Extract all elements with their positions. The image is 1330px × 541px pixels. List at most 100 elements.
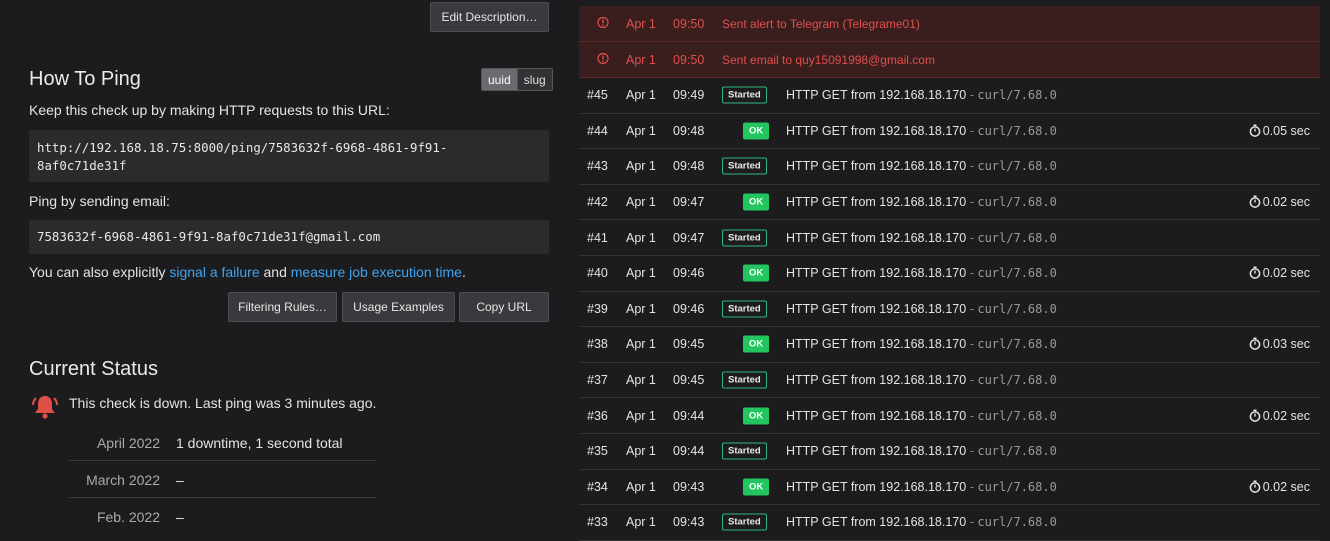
event-row[interactable]: #39 Apr 1 09:46 Started HTTP GET from 192.16… xyxy=(579,292,1320,328)
started-badge: Started xyxy=(722,442,767,460)
ping-url-box: http://192.168.18.75:8000/ping/7583632f-… xyxy=(29,130,549,182)
event-row[interactable]: #37 Apr 1 09:45 Started HTTP GET from 192.16… xyxy=(579,363,1320,399)
status-text: This check is down. Last ping was 3 minu… xyxy=(69,395,377,411)
duration-value: 0.02 sec xyxy=(1262,266,1310,281)
event-badge-cell: OK xyxy=(722,122,770,140)
started-badge: Started xyxy=(722,371,767,389)
history-month: April 2022 xyxy=(96,435,160,451)
event-request: HTTP GET from 192.168.18.170 xyxy=(786,301,967,316)
event-user-agent: curl/7.68.0 xyxy=(977,444,1057,459)
event-row[interactable]: #41 Apr 1 09:47 Started HTTP GET from 192.16… xyxy=(579,220,1320,256)
started-badge: Started xyxy=(722,229,767,247)
url-format-toggle[interactable]: uuid slug xyxy=(481,68,553,91)
event-request: HTTP GET from 192.168.18.170 xyxy=(786,123,967,138)
event-separator: - xyxy=(969,479,974,494)
event-number: #35 xyxy=(587,444,608,459)
event-user-agent: curl/7.68.0 xyxy=(977,159,1057,174)
event-request: HTTP GET from 192.168.18.170 xyxy=(786,515,967,530)
ping-email-address: 7583632f-6968-4861-9f91-8af0c71de31f@gma… xyxy=(37,229,381,244)
uuid-toggle-option[interactable]: uuid xyxy=(482,69,517,90)
event-row[interactable]: #40 Apr 1 09:46 OK HTTP GET from 192.168.18.… xyxy=(579,256,1320,292)
started-badge: Started xyxy=(722,157,767,175)
copy-url-button[interactable]: Copy URL xyxy=(459,292,549,322)
duration-value: 0.03 sec xyxy=(1262,337,1310,352)
event-time: 09:46 xyxy=(673,266,705,281)
bell-icon xyxy=(31,392,59,423)
history-value: 1 downtime, 1 second total xyxy=(176,435,343,451)
and-text: and xyxy=(259,264,291,280)
event-request: HTTP GET from 192.168.18.170 xyxy=(786,88,967,103)
event-row[interactable]: #45 Apr 1 09:49 Started HTTP GET from 192.16… xyxy=(579,78,1320,114)
event-number: #42 xyxy=(587,195,608,210)
event-number: #45 xyxy=(587,88,608,103)
history-value: – xyxy=(176,472,184,488)
slug-toggle-option[interactable]: slug xyxy=(516,69,552,90)
event-number: #36 xyxy=(587,408,608,423)
event-user-agent: curl/7.68.0 xyxy=(977,230,1057,245)
how-to-ping-title: How To Ping xyxy=(29,68,141,90)
event-description: HTTP GET from 192.168.18.170 - curl/7.68… xyxy=(786,409,1057,423)
event-row[interactable]: #44 Apr 1 09:48 OK HTTP GET from 192.168.18.… xyxy=(579,114,1320,150)
event-separator: - xyxy=(969,408,974,423)
event-separator: - xyxy=(969,337,974,352)
event-number: #38 xyxy=(587,337,608,352)
ok-badge: OK xyxy=(743,264,770,282)
event-date: Apr 1 xyxy=(626,301,656,316)
event-row[interactable]: #35 Apr 1 09:44 Started HTTP GET from 192.16… xyxy=(579,434,1320,470)
event-time: 09:43 xyxy=(673,479,705,494)
event-number: #37 xyxy=(587,373,608,388)
event-row[interactable]: #38 Apr 1 09:45 OK HTTP GET from 192.168.18.… xyxy=(579,327,1320,363)
duration-value: 0.02 sec xyxy=(1262,408,1310,423)
event-user-agent: curl/7.68.0 xyxy=(977,479,1057,494)
event-user-agent: curl/7.68.0 xyxy=(977,373,1057,388)
ping-email-box: 7583632f-6968-4861-9f91-8af0c71de31f@gma… xyxy=(29,220,549,254)
started-badge: Started xyxy=(722,513,767,531)
alert-time: 09:50 xyxy=(673,16,705,31)
measure-time-link[interactable]: measure job execution time xyxy=(291,264,462,280)
event-log: Apr 1 09:50 Sent alert to Telegram (Telegr… xyxy=(579,6,1320,541)
event-description: HTTP GET from 192.168.18.170 - curl/7.68… xyxy=(786,231,1057,245)
stopwatch-icon xyxy=(1249,480,1263,494)
event-row[interactable]: #33 Apr 1 09:43 Started HTTP GET from 192.16… xyxy=(579,505,1320,541)
started-badge: Started xyxy=(722,300,767,318)
signal-failure-link[interactable]: signal a failure xyxy=(169,264,259,280)
alert-text: Sent alert to Telegram (Telegrame01) xyxy=(722,16,920,31)
event-request: HTTP GET from 192.168.18.170 xyxy=(786,159,967,174)
event-user-agent: curl/7.68.0 xyxy=(977,266,1057,281)
filtering-rules-button[interactable]: Filtering Rules… xyxy=(228,292,337,322)
event-description: HTTP GET from 192.168.18.170 - curl/7.68… xyxy=(786,302,1057,316)
event-badge-cell: OK xyxy=(722,407,770,425)
alert-date: Apr 1 xyxy=(626,16,656,31)
edit-description-button[interactable]: Edit Description… xyxy=(430,2,549,32)
event-description: HTTP GET from 192.168.18.170 - curl/7.68… xyxy=(786,373,1057,387)
stopwatch-icon xyxy=(1249,409,1263,423)
event-separator: - xyxy=(969,266,974,281)
duration-value: 0.02 sec xyxy=(1262,195,1310,210)
email-instructions: Ping by sending email: xyxy=(29,193,170,209)
event-date: Apr 1 xyxy=(626,479,656,494)
event-separator: - xyxy=(969,159,974,174)
event-time: 09:47 xyxy=(673,195,705,210)
event-date: Apr 1 xyxy=(626,373,656,388)
stopwatch-icon xyxy=(1249,124,1263,138)
ok-badge: OK xyxy=(743,335,770,353)
event-time: 09:43 xyxy=(673,515,705,530)
history-row: March 2022– xyxy=(69,461,376,498)
event-row[interactable]: #36 Apr 1 09:44 OK HTTP GET from 192.168.18.… xyxy=(579,398,1320,434)
event-duration: 0.05 sec xyxy=(1249,124,1310,138)
event-row[interactable]: #42 Apr 1 09:47 OK HTTP GET from 192.168.18.… xyxy=(579,185,1320,221)
usage-examples-button[interactable]: Usage Examples xyxy=(342,292,455,322)
event-time: 09:44 xyxy=(673,408,705,423)
event-description: HTTP GET from 192.168.18.170 - curl/7.68… xyxy=(786,480,1057,494)
event-duration: 0.02 sec xyxy=(1249,266,1310,280)
event-row[interactable]: #43 Apr 1 09:48 Started HTTP GET from 192.16… xyxy=(579,149,1320,185)
event-description: HTTP GET from 192.168.18.170 - curl/7.68… xyxy=(786,195,1057,209)
history-month: March 2022 xyxy=(86,472,160,488)
event-request: HTTP GET from 192.168.18.170 xyxy=(786,408,967,423)
event-row[interactable]: #34 Apr 1 09:43 OK HTTP GET from 192.168.18.… xyxy=(579,470,1320,506)
event-date: Apr 1 xyxy=(626,195,656,210)
event-duration: 0.02 sec xyxy=(1249,480,1310,494)
event-request: HTTP GET from 192.168.18.170 xyxy=(786,479,967,494)
event-separator: - xyxy=(969,195,974,210)
duration-value: 0.02 sec xyxy=(1262,479,1310,494)
